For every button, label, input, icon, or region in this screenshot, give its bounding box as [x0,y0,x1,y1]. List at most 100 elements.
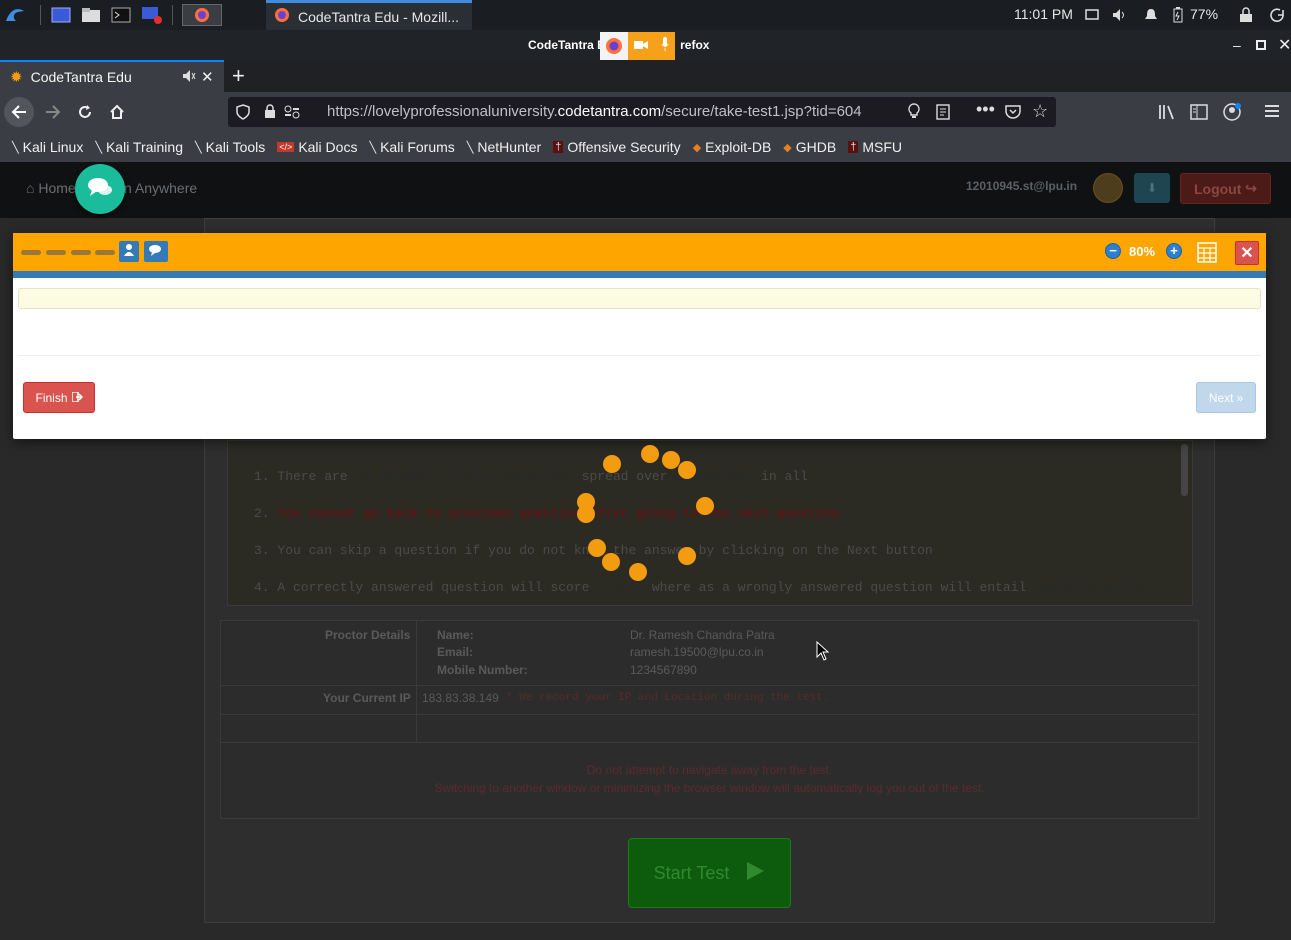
modal-divider [18,355,1261,356]
pocket-icon[interactable] [1005,104,1021,123]
screen-recorder-icon[interactable] [140,4,164,26]
active-task-label: CodeTantra Edu - Mozill... [298,8,460,25]
instructions-scrollbar[interactable] [1181,444,1188,496]
section-indicator [46,250,66,255]
kali-menu-icon[interactable] [2,4,28,26]
bookmark-kali-linux[interactable]: ╲ Kali Linux [12,139,83,155]
tracking-shield-icon[interactable] [236,104,250,124]
proctor-name-label: Name: [437,628,474,642]
desktop-icon[interactable] [50,4,72,26]
back-button[interactable] [4,97,34,127]
bookmark-ghdb[interactable]: ◆ GHDB [783,139,836,155]
chat-toggle-button[interactable] [144,241,168,262]
kali-dragon-icon: ╲ [12,141,19,154]
active-window-task[interactable]: CodeTantra Edu - Mozill... [266,0,472,30]
download-button[interactable]: ⬇ [1134,173,1170,203]
user-icon [124,243,134,261]
tab-codetantra[interactable]: ✹ CodeTantra Edu ✕ [0,60,224,92]
sidebar-icon[interactable] [1190,104,1208,125]
tab-close-icon[interactable]: ✕ [201,68,214,86]
chat-button[interactable] [75,164,125,214]
lightbulb-icon[interactable] [908,103,920,123]
calculator-button[interactable] [1197,242,1217,263]
bookmark-msfu[interactable]: † MSFU [848,139,902,155]
close-icon: ✕ [1240,245,1254,262]
lock-icon[interactable] [264,104,276,122]
tab-title: CodeTantra Edu [30,69,132,85]
section-indicator [21,250,41,255]
user-email: 12010945.st@lpu.in [966,179,1078,193]
bookmark-kali-docs[interactable]: </> Kali Docs [277,139,357,155]
bookmark-exploit-db[interactable]: ◆ Exploit-DB [693,139,772,155]
home-button[interactable] [102,97,132,127]
bookmark-kali-forums[interactable]: ╲ Kali Forums [369,139,454,155]
bookmark-kali-tools[interactable]: ╲ Kali Tools [195,139,265,155]
spinner-dot [641,445,659,463]
url-bar[interactable]: https://lovelyprofessionaluniversity.cod… [228,97,1056,127]
account-icon[interactable] [1222,102,1242,127]
terminal-icon[interactable] [110,4,132,26]
bookmark-nethunter[interactable]: ╲ NetHunter [467,139,541,155]
nav-anywhere-link[interactable]: n Anywhere [124,180,197,196]
exploitdb-icon: ◆ [783,141,792,154]
clock[interactable]: 11:01 PM [1014,6,1073,22]
notification-bell-icon[interactable] [1142,4,1160,26]
bookmark-kali-training[interactable]: ╲ Kali Training [95,139,183,155]
maximize-icon[interactable] [1256,37,1266,53]
proctor-mobile-value: 1234567890 [630,663,697,677]
window-close-icon[interactable]: ✕ [1278,35,1291,55]
current-ip-label: Your Current IP [323,691,411,705]
spinner-dot [678,461,696,479]
page-actions-icon[interactable]: ••• [976,99,995,120]
spinner-dot [678,547,696,565]
battery-icon[interactable] [1170,4,1186,26]
next-button[interactable]: Next » [1196,382,1256,413]
instructions-box[interactable]: 1. There are 30 multiple choice question… [227,440,1193,606]
proctor-email-value: ramesh.19500@lpu.co.in [630,645,764,659]
start-test-button[interactable]: Start Test [628,838,791,908]
nav-home-link[interactable]: ⌂ Home [26,180,76,196]
zoom-out-button[interactable]: − [1105,243,1121,259]
lock-screen-icon[interactable] [1237,4,1255,26]
logout-button[interactable]: Logout ↪ [1180,173,1271,204]
minimize-icon[interactable]: – [1233,37,1241,53]
bookmark-star-icon[interactable]: ☆ [1032,101,1048,122]
bookmark-offensive-security[interactable]: † Offensive Security [553,139,681,155]
tab-audio-icon[interactable] [182,69,196,86]
library-icon[interactable] [1158,104,1176,125]
url-text[interactable]: https://lovelyprofessionaluniversity.cod… [327,103,897,120]
section-indicator [71,250,91,255]
reload-button[interactable] [70,97,100,127]
menu-icon[interactable] [1264,104,1280,123]
sharing-indicator[interactable] [600,32,675,60]
permissions-icon[interactable] [284,105,300,123]
battery-percentage: 77% [1190,6,1219,22]
power-icon[interactable] [1267,4,1287,26]
camera-icon [634,37,649,55]
user-info-button[interactable] [119,241,139,262]
question-area[interactable] [18,288,1261,309]
exploitdb-icon: ◆ [692,141,702,154]
finish-button[interactable]: Finish [23,382,95,413]
firefox-taskbar-icon[interactable] [182,4,222,26]
navigation-warning: Do not attempt to navigate away from the… [586,763,833,777]
modal-close-button[interactable]: ✕ [1235,241,1259,265]
kali-dragon-icon: ╲ [195,141,202,154]
proctor-name-value: Dr. Ramesh Chandra Patra [630,628,775,642]
spinner-dot [662,451,680,469]
file-manager-icon[interactable] [80,4,102,26]
new-tab-button[interactable]: + [232,63,245,89]
forward-button[interactable] [38,97,68,127]
window-switch-warning: Switching to another window or minimizin… [434,781,985,795]
zoom-in-button[interactable]: + [1166,243,1182,259]
display-icon[interactable] [1083,4,1101,26]
offsec-icon: † [848,141,859,153]
volume-icon[interactable] [1111,4,1129,26]
phone-icon[interactable] [1093,173,1123,203]
spinner-dot [588,539,606,557]
current-ip-value: 183.83.38.149 [422,691,499,705]
ip-record-note: * We record your IP and Location during … [506,692,830,704]
kali-docs-icon: </> [277,142,295,152]
firefox-icon [600,32,628,60]
reader-view-icon[interactable] [936,104,950,124]
